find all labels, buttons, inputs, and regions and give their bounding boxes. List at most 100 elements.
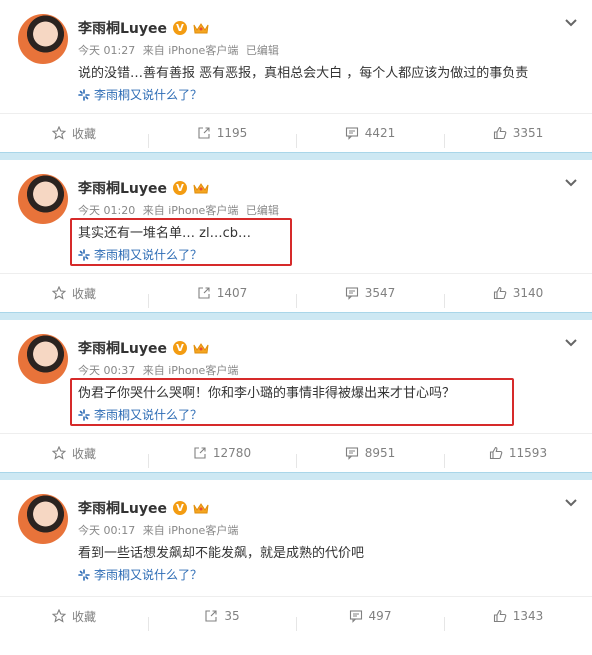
favorite-label: 收藏 (71, 446, 96, 461)
verified-badge[interactable]: V (173, 21, 188, 35)
post-separator (0, 312, 592, 320)
post-meta: 今天 00:37 来自 iPhone客户端 (78, 362, 242, 378)
post-time[interactable]: 今天 00:17 (78, 524, 135, 537)
crown-icon[interactable] (193, 181, 209, 195)
like-count: 11593 (508, 446, 548, 460)
share-count: 12780 (212, 446, 252, 460)
author-row: 李雨桐Luyee V (78, 498, 209, 518)
highlight-box (70, 218, 292, 266)
author-row: 李雨桐Luyee V (78, 338, 209, 358)
post-card: 李雨桐Luyee V 今天 01:27 来自 iPhone客户端 已编辑 说的没… (0, 0, 592, 152)
post-time[interactable]: 今天 01:20 (78, 204, 135, 217)
star-icon (51, 446, 66, 460)
like-button[interactable]: 11593 (444, 446, 592, 468)
author-name[interactable]: 李雨桐Luyee (78, 18, 167, 38)
like-count: 3140 (512, 286, 544, 300)
share-button[interactable]: 1195 (148, 126, 296, 148)
topic-link-label[interactable]: 李雨桐又说什么了？ (94, 86, 202, 103)
star-icon (51, 286, 66, 300)
comment-icon (345, 287, 358, 300)
edited-label: 已编辑 (245, 204, 279, 217)
share-icon (198, 287, 210, 299)
chevron-down-icon[interactable] (564, 498, 578, 508)
highlight-box (70, 378, 514, 426)
post-source[interactable]: 来自 iPhone客户端 (143, 44, 239, 57)
favorite-button[interactable]: 收藏 (0, 125, 148, 142)
crown-icon[interactable] (193, 341, 209, 355)
like-count: 1343 (512, 609, 544, 623)
star-icon (51, 609, 66, 623)
chevron-down-icon[interactable] (564, 338, 578, 348)
topic-link[interactable]: 李雨桐又说什么了？ (78, 566, 202, 583)
edited-label: 已编辑 (245, 44, 279, 57)
favorite-button[interactable]: 收藏 (0, 608, 148, 625)
share-icon (205, 610, 217, 622)
author-name[interactable]: 李雨桐Luyee (78, 498, 167, 518)
comment-icon (349, 610, 362, 623)
comment-button[interactable]: 4421 (296, 126, 444, 148)
like-button[interactable]: 3140 (444, 286, 592, 308)
comment-icon (345, 447, 358, 460)
avatar[interactable] (18, 14, 68, 64)
topic-link[interactable]: 李雨桐又说什么了？ (78, 86, 202, 103)
post-source[interactable]: 来自 iPhone客户端 (143, 364, 239, 377)
post-text: 看到一些话想发飙却不能发飙，就是成熟的代价吧 (78, 546, 365, 561)
share-button[interactable]: 12780 (148, 446, 296, 468)
share-button[interactable]: 1407 (148, 286, 296, 308)
like-count: 3351 (512, 126, 544, 140)
comment-count: 497 (368, 609, 392, 623)
post-meta: 今天 01:27 来自 iPhone客户端 已编辑 (78, 42, 283, 58)
like-button[interactable]: 3351 (444, 126, 592, 148)
like-button[interactable]: 1343 (444, 609, 592, 631)
like-icon (489, 446, 503, 460)
favorite-label: 收藏 (71, 286, 96, 301)
author-row: 李雨桐Luyee V (78, 178, 209, 198)
post-card: 李雨桐Luyee V 今天 01:20 来自 iPhone客户端 已编辑 其实还… (0, 160, 592, 312)
avatar[interactable] (18, 494, 68, 544)
crown-icon[interactable] (193, 501, 209, 515)
share-icon (194, 447, 206, 459)
author-name[interactable]: 李雨桐Luyee (78, 338, 167, 358)
favorite-button[interactable]: 收藏 (0, 445, 148, 462)
share-count: 1407 (216, 286, 248, 300)
like-icon (493, 126, 507, 140)
post-time[interactable]: 今天 01:27 (78, 44, 135, 57)
chevron-down-icon[interactable] (564, 18, 578, 28)
share-button[interactable]: 35 (148, 609, 296, 631)
avatar[interactable] (18, 174, 68, 224)
like-icon (493, 286, 507, 300)
favorite-button[interactable]: 收藏 (0, 285, 148, 302)
post-meta: 今天 00:17 来自 iPhone客户端 (78, 522, 242, 538)
favorite-label: 收藏 (71, 126, 96, 141)
comment-button[interactable]: 497 (296, 609, 444, 631)
verified-badge[interactable]: V (173, 181, 188, 195)
share-icon (198, 127, 210, 139)
share-count: 35 (224, 609, 240, 623)
comment-count: 4421 (364, 126, 396, 140)
action-bar: 收藏 35 497 1343 (0, 596, 592, 635)
share-count: 1195 (216, 126, 248, 140)
post-separator (0, 472, 592, 480)
topic-link-label[interactable]: 李雨桐又说什么了？ (94, 566, 202, 583)
avatar[interactable] (18, 334, 68, 384)
comment-button[interactable]: 8951 (296, 446, 444, 468)
verified-badge[interactable]: V (173, 341, 188, 355)
action-bar: 收藏 12780 8951 11593 (0, 433, 592, 472)
post-time[interactable]: 今天 00:37 (78, 364, 135, 377)
action-bar: 收藏 1407 3547 3140 (0, 273, 592, 312)
post-text: 说的没错…善有善报 恶有恶报，真相总会大白 ，每个人都应该为做过的事负责 (78, 66, 529, 81)
comment-count: 8951 (364, 446, 396, 460)
verified-badge[interactable]: V (173, 501, 188, 515)
post-card: 李雨桐Luyee V 今天 00:17 来自 iPhone客户端 看到一些话想发… (0, 480, 592, 635)
chevron-down-icon[interactable] (564, 178, 578, 188)
crown-icon[interactable] (193, 21, 209, 35)
spark-icon (78, 88, 90, 101)
author-name[interactable]: 李雨桐Luyee (78, 178, 167, 198)
comment-button[interactable]: 3547 (296, 286, 444, 308)
post-separator (0, 152, 592, 160)
action-bar: 收藏 1195 4421 3351 (0, 113, 592, 152)
post-source[interactable]: 来自 iPhone客户端 (143, 524, 239, 537)
spark-icon (78, 568, 90, 581)
comment-icon (345, 127, 358, 140)
post-source[interactable]: 来自 iPhone客户端 (143, 204, 239, 217)
